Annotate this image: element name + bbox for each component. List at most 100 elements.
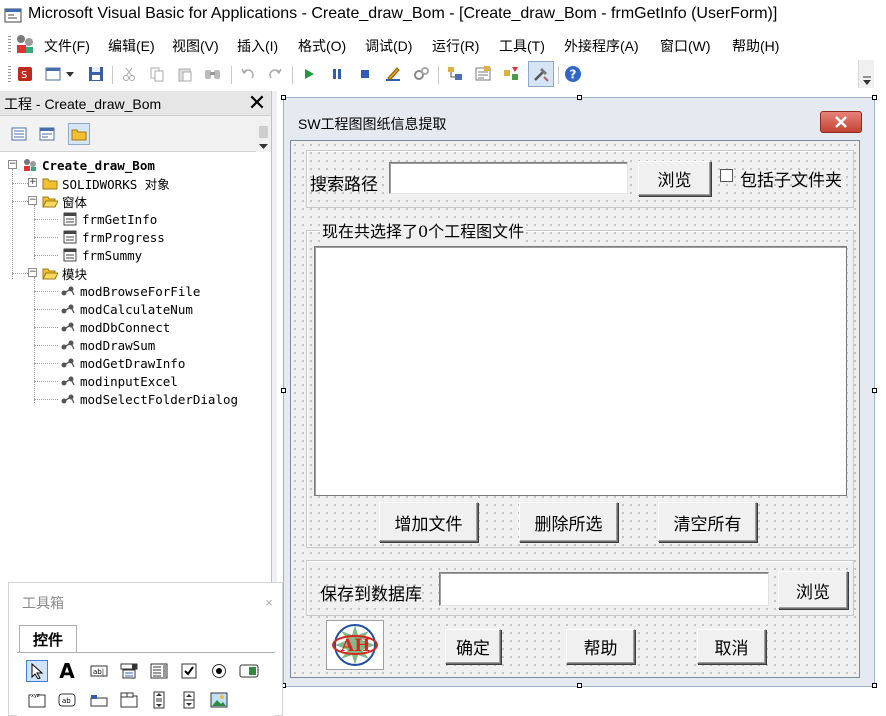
- multipage-icon[interactable]: [118, 689, 140, 711]
- search-path-label: 搜索路径: [310, 175, 378, 195]
- checkbox-icon[interactable]: [178, 660, 200, 682]
- expander-collapse-icon[interactable]: −: [28, 196, 37, 205]
- tree-item-frmprogress[interactable]: frmProgress: [62, 228, 165, 246]
- toolbox-title: 工具箱: [22, 595, 64, 611]
- label-icon[interactable]: A: [56, 659, 78, 683]
- scrollbar-icon[interactable]: [148, 689, 170, 711]
- togglebutton-icon[interactable]: [238, 660, 260, 682]
- copy-icon[interactable]: [148, 65, 166, 83]
- toolbar-overflow-scroll[interactable]: [858, 60, 874, 88]
- object-browser-icon[interactable]: [502, 65, 520, 83]
- tree-item-modules[interactable]: 模块: [42, 264, 87, 282]
- break-icon[interactable]: [328, 65, 346, 83]
- redo-icon[interactable]: [266, 65, 284, 83]
- resize-handle[interactable]: [281, 388, 286, 393]
- listbox-icon[interactable]: [148, 660, 170, 682]
- menu-addins[interactable]: 外接程序(A): [564, 36, 639, 56]
- tree-item-solidworks-objects[interactable]: SOLIDWORKS 对象: [42, 174, 170, 192]
- resize-handle[interactable]: [872, 95, 877, 100]
- tree-item-module[interactable]: modGetDrawInfo: [60, 354, 185, 372]
- commandbutton-icon[interactable]: ab: [56, 689, 78, 711]
- resize-handle[interactable]: [577, 683, 582, 688]
- tree-item-module[interactable]: modinputExcel: [60, 372, 178, 390]
- save-icon[interactable]: [87, 65, 105, 83]
- module-icon: [60, 356, 76, 370]
- toggle-folders-icon[interactable]: [68, 123, 90, 145]
- insert-userform-icon[interactable]: [44, 65, 62, 83]
- frame-icon[interactable]: xyz: [26, 689, 48, 711]
- tab-controls[interactable]: 控件: [19, 625, 77, 653]
- userform-close-button[interactable]: [820, 111, 862, 133]
- vba-app-icon[interactable]: [4, 6, 22, 24]
- design-mode-icon[interactable]: [384, 65, 402, 83]
- clear-all-button[interactable]: 清空所有: [658, 502, 757, 542]
- database-path-input[interactable]: [439, 572, 769, 606]
- tree-item-module[interactable]: modBrowseForFile: [60, 282, 200, 300]
- combobox-icon[interactable]: [118, 660, 140, 682]
- menu-insert[interactable]: 插入(I): [237, 36, 278, 56]
- expander-expand-icon[interactable]: +: [28, 178, 37, 187]
- tree-item-frmgetinfo[interactable]: frmGetInfo: [62, 210, 157, 228]
- add-files-button[interactable]: 增加文件: [379, 502, 478, 542]
- spinbutton-icon[interactable]: [178, 689, 200, 711]
- textbox-icon[interactable]: ab|: [88, 660, 110, 682]
- optionbutton-icon[interactable]: [208, 660, 230, 682]
- find-icon[interactable]: [204, 65, 222, 83]
- resize-handle[interactable]: [872, 388, 877, 393]
- tree-item-frmsummy[interactable]: frmSummy: [62, 246, 142, 264]
- resize-handle[interactable]: [281, 95, 286, 100]
- toolbox-close-icon[interactable]: ×: [258, 592, 280, 614]
- toolbar-grip[interactable]: [8, 66, 11, 84]
- cancel-button[interactable]: 取消: [697, 629, 766, 664]
- pointer-icon[interactable]: [26, 660, 48, 682]
- project-explorer-header: 工程 - Create_draw_Bom ✕: [0, 91, 271, 116]
- menu-run[interactable]: 运行(R): [432, 36, 479, 56]
- undo-icon[interactable]: [239, 65, 257, 83]
- menu-edit[interactable]: 编辑(E): [108, 36, 155, 56]
- view-code-icon[interactable]: [8, 123, 30, 145]
- menu-file[interactable]: 文件(F): [44, 36, 90, 56]
- resize-handle[interactable]: [577, 95, 582, 100]
- paste-icon[interactable]: [176, 65, 194, 83]
- expander-collapse-icon[interactable]: −: [8, 160, 17, 169]
- menu-grip[interactable]: [8, 36, 11, 54]
- tree-item-module[interactable]: modDrawSum: [60, 336, 155, 354]
- project-toolbar-scroll[interactable]: [256, 120, 271, 152]
- menu-view[interactable]: 视图(V): [172, 36, 219, 56]
- delete-selected-button[interactable]: 删除所选: [519, 502, 618, 542]
- help-button[interactable]: 帮助: [566, 629, 635, 664]
- include-subfolders-checkbox[interactable]: [720, 169, 733, 182]
- menu-help[interactable]: 帮助(H): [732, 36, 779, 56]
- expander-collapse-icon[interactable]: −: [28, 268, 37, 277]
- cut-icon[interactable]: [120, 65, 138, 83]
- menu-format[interactable]: 格式(O): [298, 36, 346, 56]
- menu-tools[interactable]: 工具(T): [499, 36, 545, 56]
- view-object-icon[interactable]: [36, 123, 58, 145]
- tree-item-module[interactable]: modDbConnect: [60, 318, 170, 336]
- run-icon[interactable]: [300, 65, 318, 83]
- settings-gears-icon[interactable]: [412, 65, 430, 83]
- insert-dropdown-icon[interactable]: [64, 65, 76, 83]
- tree-item-forms[interactable]: 窗体: [42, 192, 87, 210]
- tabstrip-icon[interactable]: [88, 689, 110, 711]
- image-icon[interactable]: [208, 689, 230, 711]
- close-icon[interactable]: ✕: [246, 92, 268, 114]
- tree-item-project[interactable]: Create_draw_Bom: [22, 156, 155, 174]
- file-listbox[interactable]: [314, 246, 847, 496]
- toolbox-icon[interactable]: [528, 61, 554, 87]
- properties-icon[interactable]: [474, 65, 492, 83]
- project-explorer-icon[interactable]: [446, 65, 464, 83]
- tree-item-module[interactable]: modSelectFolderDialog: [60, 390, 238, 408]
- tree-item-module[interactable]: modCalculateNum: [60, 300, 193, 318]
- vba-logo-icon[interactable]: [14, 33, 36, 55]
- search-path-input[interactable]: [389, 162, 628, 194]
- browse-button[interactable]: 浏览: [638, 161, 711, 196]
- browse-database-button[interactable]: 浏览: [778, 571, 848, 609]
- menu-window[interactable]: 窗口(W): [660, 36, 711, 56]
- resize-handle[interactable]: [872, 683, 877, 688]
- ok-button[interactable]: 确定: [445, 629, 501, 664]
- reset-icon[interactable]: [356, 65, 374, 83]
- help-icon[interactable]: ?: [564, 65, 582, 83]
- view-excel-icon[interactable]: S: [16, 65, 34, 83]
- menu-debug[interactable]: 调试(D): [365, 36, 412, 56]
